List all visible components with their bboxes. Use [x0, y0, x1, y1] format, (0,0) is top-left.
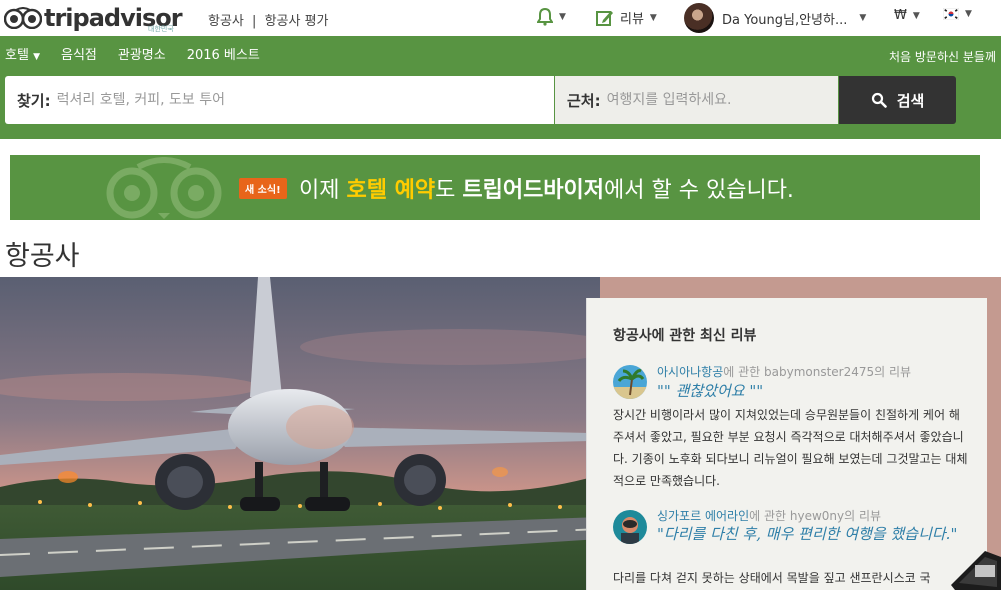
chevron-down-icon: ▼ [965, 9, 972, 19]
promo-text: 이제 호텔 예약도 트립어드바이저에서 할 수 있습니다. [299, 172, 794, 204]
promo-text-part: 에서 할 수 있습니다. [604, 178, 794, 203]
new-badge: 새 소식! [239, 178, 287, 199]
review-menu-label: 리뷰 [620, 12, 644, 27]
search-icon [871, 92, 887, 108]
promo-text-part: 도 [435, 178, 463, 203]
top-bar: tripadvisor 대한민국 항공사 | 항공사 평가 ▼ 리뷰 ▼ Da … [0, 0, 1001, 36]
search-button[interactable]: 검색 [839, 76, 956, 124]
search-what-field[interactable]: 찾기: [5, 76, 554, 124]
promo-highlight-hotel-booking: 호텔 예약 [346, 178, 436, 203]
device-graphic [951, 551, 1001, 590]
chevron-down-icon: ▼ [649, 12, 657, 23]
search-near-field[interactable]: 근처: [555, 76, 838, 124]
promo-banner[interactable]: 새 소식! 이제 호텔 예약도 트립어드바이저에서 할 수 있습니다. [10, 155, 980, 220]
first-visit-link[interactable]: 처음 방문하신 분들께 [889, 48, 996, 65]
search-what-label: 찾기: [17, 91, 51, 110]
logo-subtitle: 대한민국 [148, 25, 174, 33]
review-quote[interactable]: "다리를 다친 후, 매우 편리한 여행을 했습니다." [613, 524, 958, 545]
palm-beach-photo [613, 365, 647, 399]
nav-item-restaurants[interactable]: 음식점 [61, 44, 97, 64]
search-near-label: 근처: [567, 91, 601, 110]
search-what-input[interactable] [56, 92, 477, 108]
breadcrumb: 항공사 | 항공사 평가 [208, 10, 329, 29]
search-near-input[interactable] [606, 92, 807, 108]
review-airline-link[interactable]: 싱가포르 에어라인 [657, 509, 749, 523]
review-meta-text: 에 관한 hyew0ny의 리뷰 [749, 509, 882, 523]
currency-symbol: ₩ [894, 8, 907, 23]
review-meta: 아시아나항공에 관한 babymonster2475의 리뷰 [657, 363, 911, 380]
breadcrumb-airlines[interactable]: 항공사 [208, 14, 244, 29]
nav-item-attractions[interactable]: 관광명소 [118, 44, 166, 64]
owl-logo-icon [4, 7, 42, 29]
review-thumbnail[interactable] [613, 365, 647, 399]
chevron-down-icon: ▼ [912, 10, 920, 21]
review-body: 장시간 비행이라서 많이 지쳐있었는데 승무원분들이 친절하게 케어 해주셔서 … [613, 408, 968, 488]
review-meta: 싱가포르 에어라인에 관한 hyew0ny의 리뷰 [657, 507, 881, 524]
promo-text-part: 이제 [299, 178, 347, 203]
locale-selector[interactable]: ▼ [943, 8, 972, 20]
search-button-label: 검색 [896, 91, 925, 110]
latest-reviews-title: 항공사에 관한 최신 리뷰 [613, 328, 757, 344]
avatar [684, 3, 714, 33]
latest-reviews-panel: 항공사에 관한 최신 리뷰 아시아나항공에 관한 babymonster2475… [586, 298, 987, 590]
review-body: 다리를 다쳐 걷지 못하는 상태에서 목발을 짚고 샌프란시스코 국 [613, 571, 931, 585]
promo-highlight-tripadvisor: 트립어드바이저 [462, 178, 605, 203]
user-menu-button[interactable]: Da Young님,안녕하... ▼ [684, 3, 866, 33]
review-quote[interactable]: "" 괜찮았어요 "" [657, 380, 763, 401]
korea-flag-icon [943, 8, 959, 20]
chevron-down-icon: ▼ [859, 13, 867, 23]
write-review-icon [596, 10, 613, 26]
bell-icon [537, 8, 553, 26]
user-greeting: Da Young님,안녕하... [722, 12, 848, 28]
notifications-button[interactable]: ▼ [537, 8, 566, 26]
chevron-down-icon: ▼ [559, 12, 566, 22]
breadcrumb-separator: | [252, 14, 257, 29]
nav-item-best-2016[interactable]: 2016 베스트 [187, 44, 260, 64]
nav-item-hotels[interactable]: 호텔 ▼ [5, 44, 40, 64]
page-title: 항공사 [5, 241, 80, 272]
main-nav: 호텔 ▼ 음식점 관광명소 2016 베스트 [0, 44, 276, 64]
review-meta-text: 에 관한 babymonster2475의 리뷰 [723, 365, 912, 379]
breadcrumb-airline-ratings[interactable]: 항공사 평가 [265, 14, 329, 29]
review-airline-link[interactable]: 아시아나항공 [657, 365, 723, 379]
chevron-down-icon: ▼ [33, 52, 40, 62]
hero-image: 항공사에 관한 최신 리뷰 아시아나항공에 관한 babymonster2475… [0, 277, 1001, 590]
owl-watermark-icon [106, 157, 222, 219]
currency-selector[interactable]: ₩ ▼ [894, 8, 920, 23]
nav-item-label: 호텔 [5, 48, 29, 63]
review-menu-button[interactable]: 리뷰 ▼ [596, 8, 657, 27]
